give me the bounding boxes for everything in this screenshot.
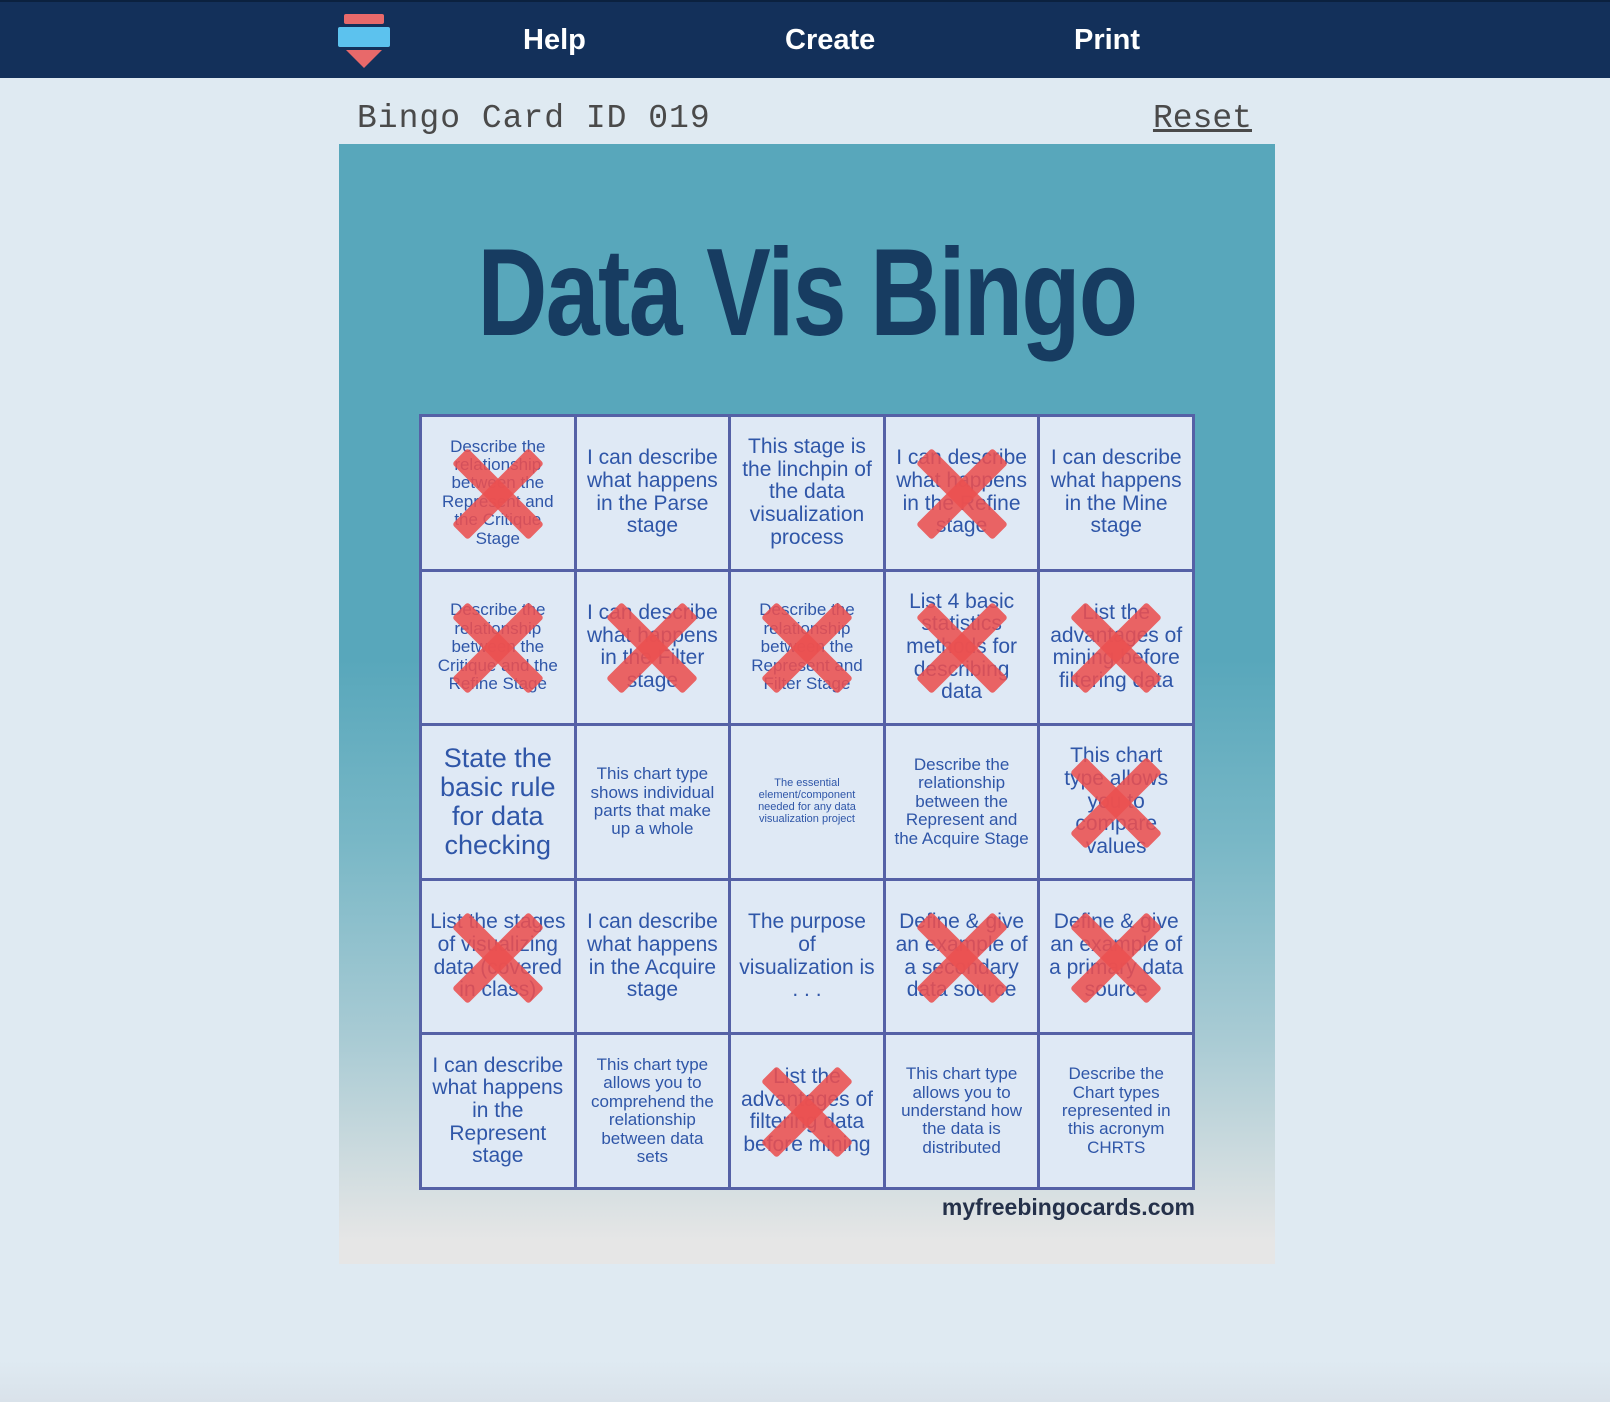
bingo-cell-text: The purpose of visualization is . . . — [739, 910, 875, 1002]
nav-create-link[interactable]: Create — [785, 24, 875, 57]
bingo-cell[interactable]: This chart type shows individual parts t… — [576, 726, 729, 878]
bingo-cell[interactable]: I can describe what happens in the Acqui… — [576, 880, 729, 1033]
card-title: Data Vis Bingo — [477, 224, 1139, 362]
bingo-cell-text: Describe the relationship between the Re… — [894, 755, 1029, 848]
bingo-cell[interactable]: State the basic rule for data checking — [422, 726, 574, 878]
reset-link[interactable]: Reset — [1153, 100, 1252, 137]
bingo-cell-text: This chart type allows you to compare va… — [1064, 744, 1169, 858]
bingo-cell[interactable]: Describe the relationship between the Cr… — [422, 571, 574, 724]
bingo-cell[interactable]: I can describe what happens in the Mine … — [1040, 417, 1192, 569]
bingo-cell-text: I can describe what happens in the Filte… — [587, 601, 718, 693]
bingo-cell[interactable]: Describe the relationship between the Re… — [885, 726, 1038, 878]
bingo-cell-text: Define & give an example of a secondary … — [895, 910, 1028, 1002]
bingo-grid: Describe the relationship between the Re… — [419, 414, 1195, 1190]
bingo-cell-text: I can describe what happens in the Mine … — [1050, 446, 1182, 538]
bingo-cell[interactable]: This stage is the linchpin of the data v… — [731, 417, 883, 569]
bingo-cell[interactable]: Describe the Chart types represented in … — [1040, 1035, 1192, 1187]
bingo-cell-text: I can describe what happens in the Refin… — [896, 446, 1027, 538]
bingo-cell[interactable]: Describe the relationship between the Re… — [422, 417, 574, 569]
bingo-cell[interactable]: List 4 basic statistics methods for desc… — [885, 571, 1038, 724]
nav-print-link[interactable]: Print — [1074, 24, 1140, 57]
bingo-cell-text: Describe the Chart types represented in … — [1061, 1064, 1171, 1157]
bingo-cell-text: State the basic rule for data checking — [440, 742, 556, 861]
bingo-cell[interactable]: I can describe what happens in the Filte… — [576, 571, 729, 724]
bingo-cell[interactable]: The purpose of visualization is . . . — [731, 880, 883, 1033]
bingo-cell[interactable]: List the advantages of mining before fil… — [1040, 571, 1192, 724]
bingo-cell-text: List 4 basic statistics methods for desc… — [906, 589, 1018, 704]
bingo-cell[interactable]: Describe the relationship between the Re… — [731, 571, 883, 724]
bingo-cell-text: List the advantages of filtering data be… — [741, 1064, 873, 1156]
bingo-cell[interactable]: Define & give an example of a primary da… — [1040, 880, 1192, 1033]
bingo-cell-text: I can describe what happens in the Acqui… — [587, 910, 718, 1002]
bingo-cell-text: The essential element/component needed f… — [758, 777, 856, 825]
bingo-cell-text: This chart type allows you to understand… — [901, 1064, 1023, 1157]
bingo-cell-text: I can describe what happens in the Repre… — [432, 1053, 564, 1168]
bingo-cell[interactable]: This chart type allows you to comprehend… — [576, 1035, 729, 1187]
bingo-cell-text: This chart type shows individual parts t… — [590, 764, 715, 839]
bingo-cell[interactable]: I can describe what happens in the Parse… — [576, 417, 729, 569]
bingo-cell-text: Describe the relationship between the Cr… — [437, 600, 558, 693]
bingo-cell-text: Describe the relationship between the Re… — [751, 600, 863, 693]
bingo-cell-text: This chart type allows you to comprehend… — [590, 1055, 714, 1166]
bingo-cell[interactable]: The essential element/component needed f… — [731, 726, 883, 878]
bingo-cell[interactable]: I can describe what happens in the Refin… — [885, 417, 1038, 569]
bingo-cell[interactable]: This chart type allows you to understand… — [885, 1035, 1038, 1187]
bingo-cell-text: List the advantages of mining before fil… — [1050, 601, 1183, 693]
page-bottom-shade — [0, 1360, 1610, 1402]
bingo-cell[interactable]: List the stages of visualizing data (cov… — [422, 880, 574, 1033]
bingo-logo-icon[interactable] — [338, 14, 390, 70]
bingo-cell-text: Describe the relationship between the Re… — [442, 436, 554, 548]
bingo-cell-text: This stage is the linchpin of the data v… — [742, 435, 872, 549]
top-nav-bar: Help Create Print — [0, 0, 1610, 78]
bingo-cell[interactable]: Define & give an example of a secondary … — [885, 880, 1038, 1033]
bingo-cell-text: I can describe what happens in the Parse… — [587, 446, 718, 538]
bingo-cell-text: Define & give an example of a primary da… — [1049, 910, 1184, 1002]
bingo-cell[interactable]: List the advantages of filtering data be… — [731, 1035, 883, 1187]
bingo-card: Data Vis Bingo Describe the relationship… — [339, 144, 1275, 1264]
nav-help-link[interactable]: Help — [523, 24, 586, 57]
bingo-cell[interactable]: I can describe what happens in the Repre… — [422, 1035, 574, 1187]
site-credit: myfreebingocards.com — [941, 1194, 1195, 1220]
bingo-card-id: Bingo Card ID 019 — [357, 100, 711, 137]
bingo-cell[interactable]: This chart type allows you to compare va… — [1040, 726, 1192, 878]
bingo-cell-text: List the stages of visualizing data (cov… — [430, 910, 566, 1002]
